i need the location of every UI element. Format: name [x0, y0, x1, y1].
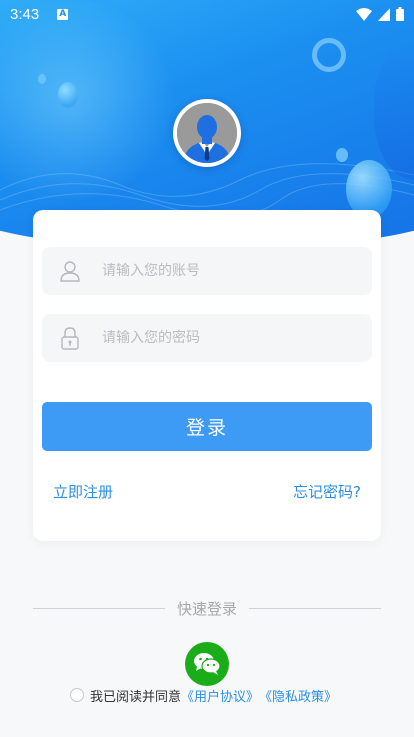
password-input[interactable] [102, 318, 342, 358]
notification-icon: A [57, 8, 69, 20]
lock-icon [61, 327, 79, 350]
wechat-icon [194, 653, 221, 675]
login-button[interactable]: 登录 [42, 402, 372, 451]
agreement-text: 我已阅读并同意 [90, 689, 182, 705]
status-time: 3:43 [10, 5, 40, 23]
password-field [42, 314, 372, 362]
wifi-icon [356, 7, 372, 21]
decor-ring [312, 38, 346, 72]
agreement-checkbox[interactable] [70, 688, 84, 702]
user-avatar [173, 99, 241, 167]
decor-bubble [58, 82, 78, 108]
login-card: 登录 立即注册 忘记密码? [33, 210, 381, 541]
status-icons [356, 7, 404, 21]
privacy-policy-link[interactable]: 《隐私政策》 [259, 686, 337, 705]
wechat-login-button[interactable] [185, 642, 229, 686]
avatar-icon [177, 103, 237, 163]
quick-login-divider: 快速登录 [33, 597, 382, 619]
user-icon [60, 261, 80, 282]
account-input[interactable] [102, 251, 342, 291]
agreement-row: 我已阅读并同意 《用户协议》 《隐私政策》 [70, 686, 337, 705]
divider-line-left [33, 607, 165, 609]
account-field [42, 247, 372, 295]
decor-bubble [38, 74, 46, 84]
signal-icon [378, 7, 390, 21]
decor-bubble [336, 148, 348, 162]
status-bar: 3:43 A [0, 0, 414, 28]
battery-icon [396, 7, 404, 21]
divider-line-right [249, 607, 382, 609]
forgot-password-link[interactable]: 忘记密码? [293, 481, 361, 502]
quick-login-title: 快速登录 [177, 599, 238, 618]
register-link[interactable]: 立即注册 [53, 481, 113, 502]
user-agreement-link[interactable]: 《用户协议》 [181, 686, 259, 705]
